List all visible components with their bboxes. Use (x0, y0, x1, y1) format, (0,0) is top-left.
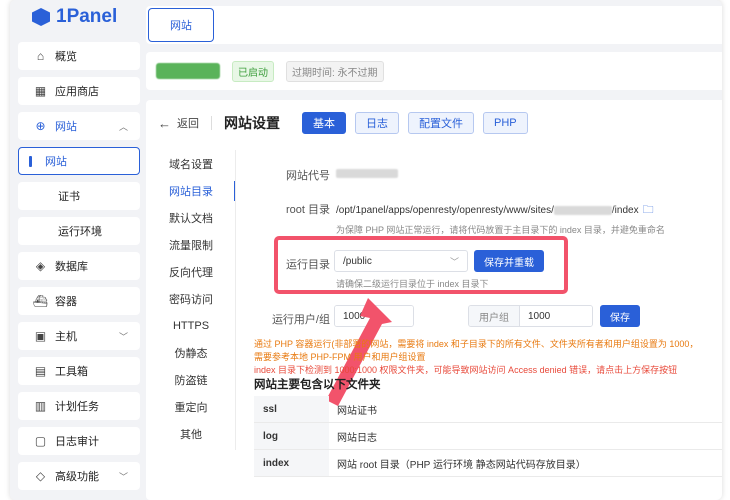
host-icon: ▣ (34, 329, 47, 343)
sidebar-item-10[interactable]: ▥ 计划任务 (18, 392, 140, 420)
sidebar-item-label: 计划任务 (55, 401, 99, 413)
folder-name: index (254, 450, 329, 476)
database-icon: ◈ (35, 259, 46, 273)
schedule-icon: ▥ (34, 399, 47, 413)
status-badge: 已启动 (232, 60, 274, 82)
chevron-down-icon: ﹀ (118, 471, 128, 482)
table-row: ssl 网站证书 (254, 396, 722, 423)
sidebar-nav: ⌂ 概览 ▦ 应用商店 ⊕ 网站 ︿ 网站证书运行环境 ◈ 数据库 ⛴ 容器 ▣ 主机 ﹀ ▤ 工具箱 ▥ 计划任务… (18, 42, 140, 497)
folder-desc: 网站证书 (337, 405, 377, 417)
sidebar: 1Panel ⌂ 概览 ▦ 应用商店 ⊕ 网站 ︿ 网站证书运行环境 ◈ 数据库 ⛴ 容器 ▣ 主机 ﹀ ▤ 工… (10, 0, 140, 500)
sidebar-item-4[interactable]: 证书 (18, 182, 140, 210)
site-info-bar: 已启动 过期时间: 永不过期 (146, 52, 722, 90)
chevron-down-icon: ﹀ (118, 331, 128, 342)
expire-badge: 过期时间: 永不过期 (286, 60, 384, 82)
sidebar-item-12[interactable]: ◇ 高级功能 ﹀ (18, 462, 140, 490)
sidebar-item-5[interactable]: 运行环境 (18, 217, 140, 245)
diamond-icon: ◇ (35, 469, 46, 483)
app-window: 1Panel ⌂ 概览 ▦ 应用商店 ⊕ 网站 ︿ 网站 证书 运行环境 ◈ 数据库 ⛴ 容器 ▣ 主机 ﹀ ▤ 工… (10, 0, 722, 500)
table-row: log 网站日志 (254, 423, 722, 450)
sidebar-item-8[interactable]: ▣ 主机 ﹀ (18, 322, 140, 350)
folder-desc: 网站日志 (337, 432, 377, 444)
logo: 1Panel (32, 6, 117, 28)
logo-icon (32, 8, 50, 26)
sidebar-item-label: 网站 (55, 121, 77, 133)
sidebar-item-7[interactable]: ⛴ 容器 (18, 287, 140, 315)
home-icon: ⌂ (36, 49, 45, 63)
apps-icon: ▦ (34, 84, 47, 98)
folder-desc: 网站 root 目录（PHP 运行环境 静态网站代码存放目录） (337, 459, 586, 471)
table-row: index 网站 root 目录（PHP 运行环境 静态网站代码存放目录） (254, 450, 722, 477)
warning-line-1: 通过 PHP 容器运行(非部署的网站，需要将 index 和子目录下的所有文件、… (254, 339, 699, 349)
log-icon: ▢ (34, 434, 47, 448)
files-table: ssl 网站证书 log 网站日志 index 网站 root 目录（PHP 运行环境 静… (254, 396, 722, 477)
sidebar-item-3[interactable]: 网站 (18, 147, 140, 175)
sidebar-item-label: 证书 (58, 191, 80, 203)
site-domain-chip[interactable] (156, 63, 220, 79)
brand-name: 1Panel (56, 6, 118, 27)
sidebar-item-label: 数据库 (55, 261, 88, 273)
sidebar-item-0[interactable]: ⌂ 概览 (18, 42, 140, 70)
globe-icon: ⊕ (35, 119, 46, 133)
settings-panel: ← 返回 网站设置 基本 日志 配置文件 PHP 域名设置 网站目录 默认文档 流量限制 反向… (146, 100, 722, 500)
toolbox-icon: ▤ (34, 364, 47, 378)
files-section-title: 网站主要包含以下文件夹 (254, 379, 381, 391)
chevron-up-icon: ︿ (118, 121, 128, 132)
folder-name: log (254, 423, 329, 449)
sidebar-item-label: 高级功能 (55, 471, 99, 483)
sidebar-item-label: 容器 (55, 296, 77, 308)
sidebar-item-label: 主机 (55, 331, 77, 343)
tab-website[interactable]: 网站 (148, 8, 214, 42)
sidebar-item-label: 应用商店 (55, 86, 99, 98)
sidebar-item-11[interactable]: ▢ 日志审计 (18, 427, 140, 455)
folder-name: ssl (254, 396, 329, 422)
sidebar-item-label: 网站 (45, 156, 67, 168)
sidebar-item-9[interactable]: ▤ 工具箱 (18, 357, 140, 385)
top-bar: 网站 (146, 6, 722, 44)
sidebar-item-label: 日志审计 (55, 436, 99, 448)
sidebar-item-2[interactable]: ⊕ 网站 ︿ (18, 112, 140, 140)
sidebar-item-1[interactable]: ▦ 应用商店 (18, 77, 140, 105)
container-icon: ⛴ (32, 294, 49, 308)
sidebar-item-label: 工具箱 (55, 366, 88, 378)
sidebar-item-6[interactable]: ◈ 数据库 (18, 252, 140, 280)
warning-line-2: 需要参考本地 PHP-FPM 用户和用户组设置 (254, 352, 426, 362)
sidebar-item-label: 运行环境 (58, 226, 102, 238)
sidebar-item-label: 概览 (55, 51, 77, 63)
